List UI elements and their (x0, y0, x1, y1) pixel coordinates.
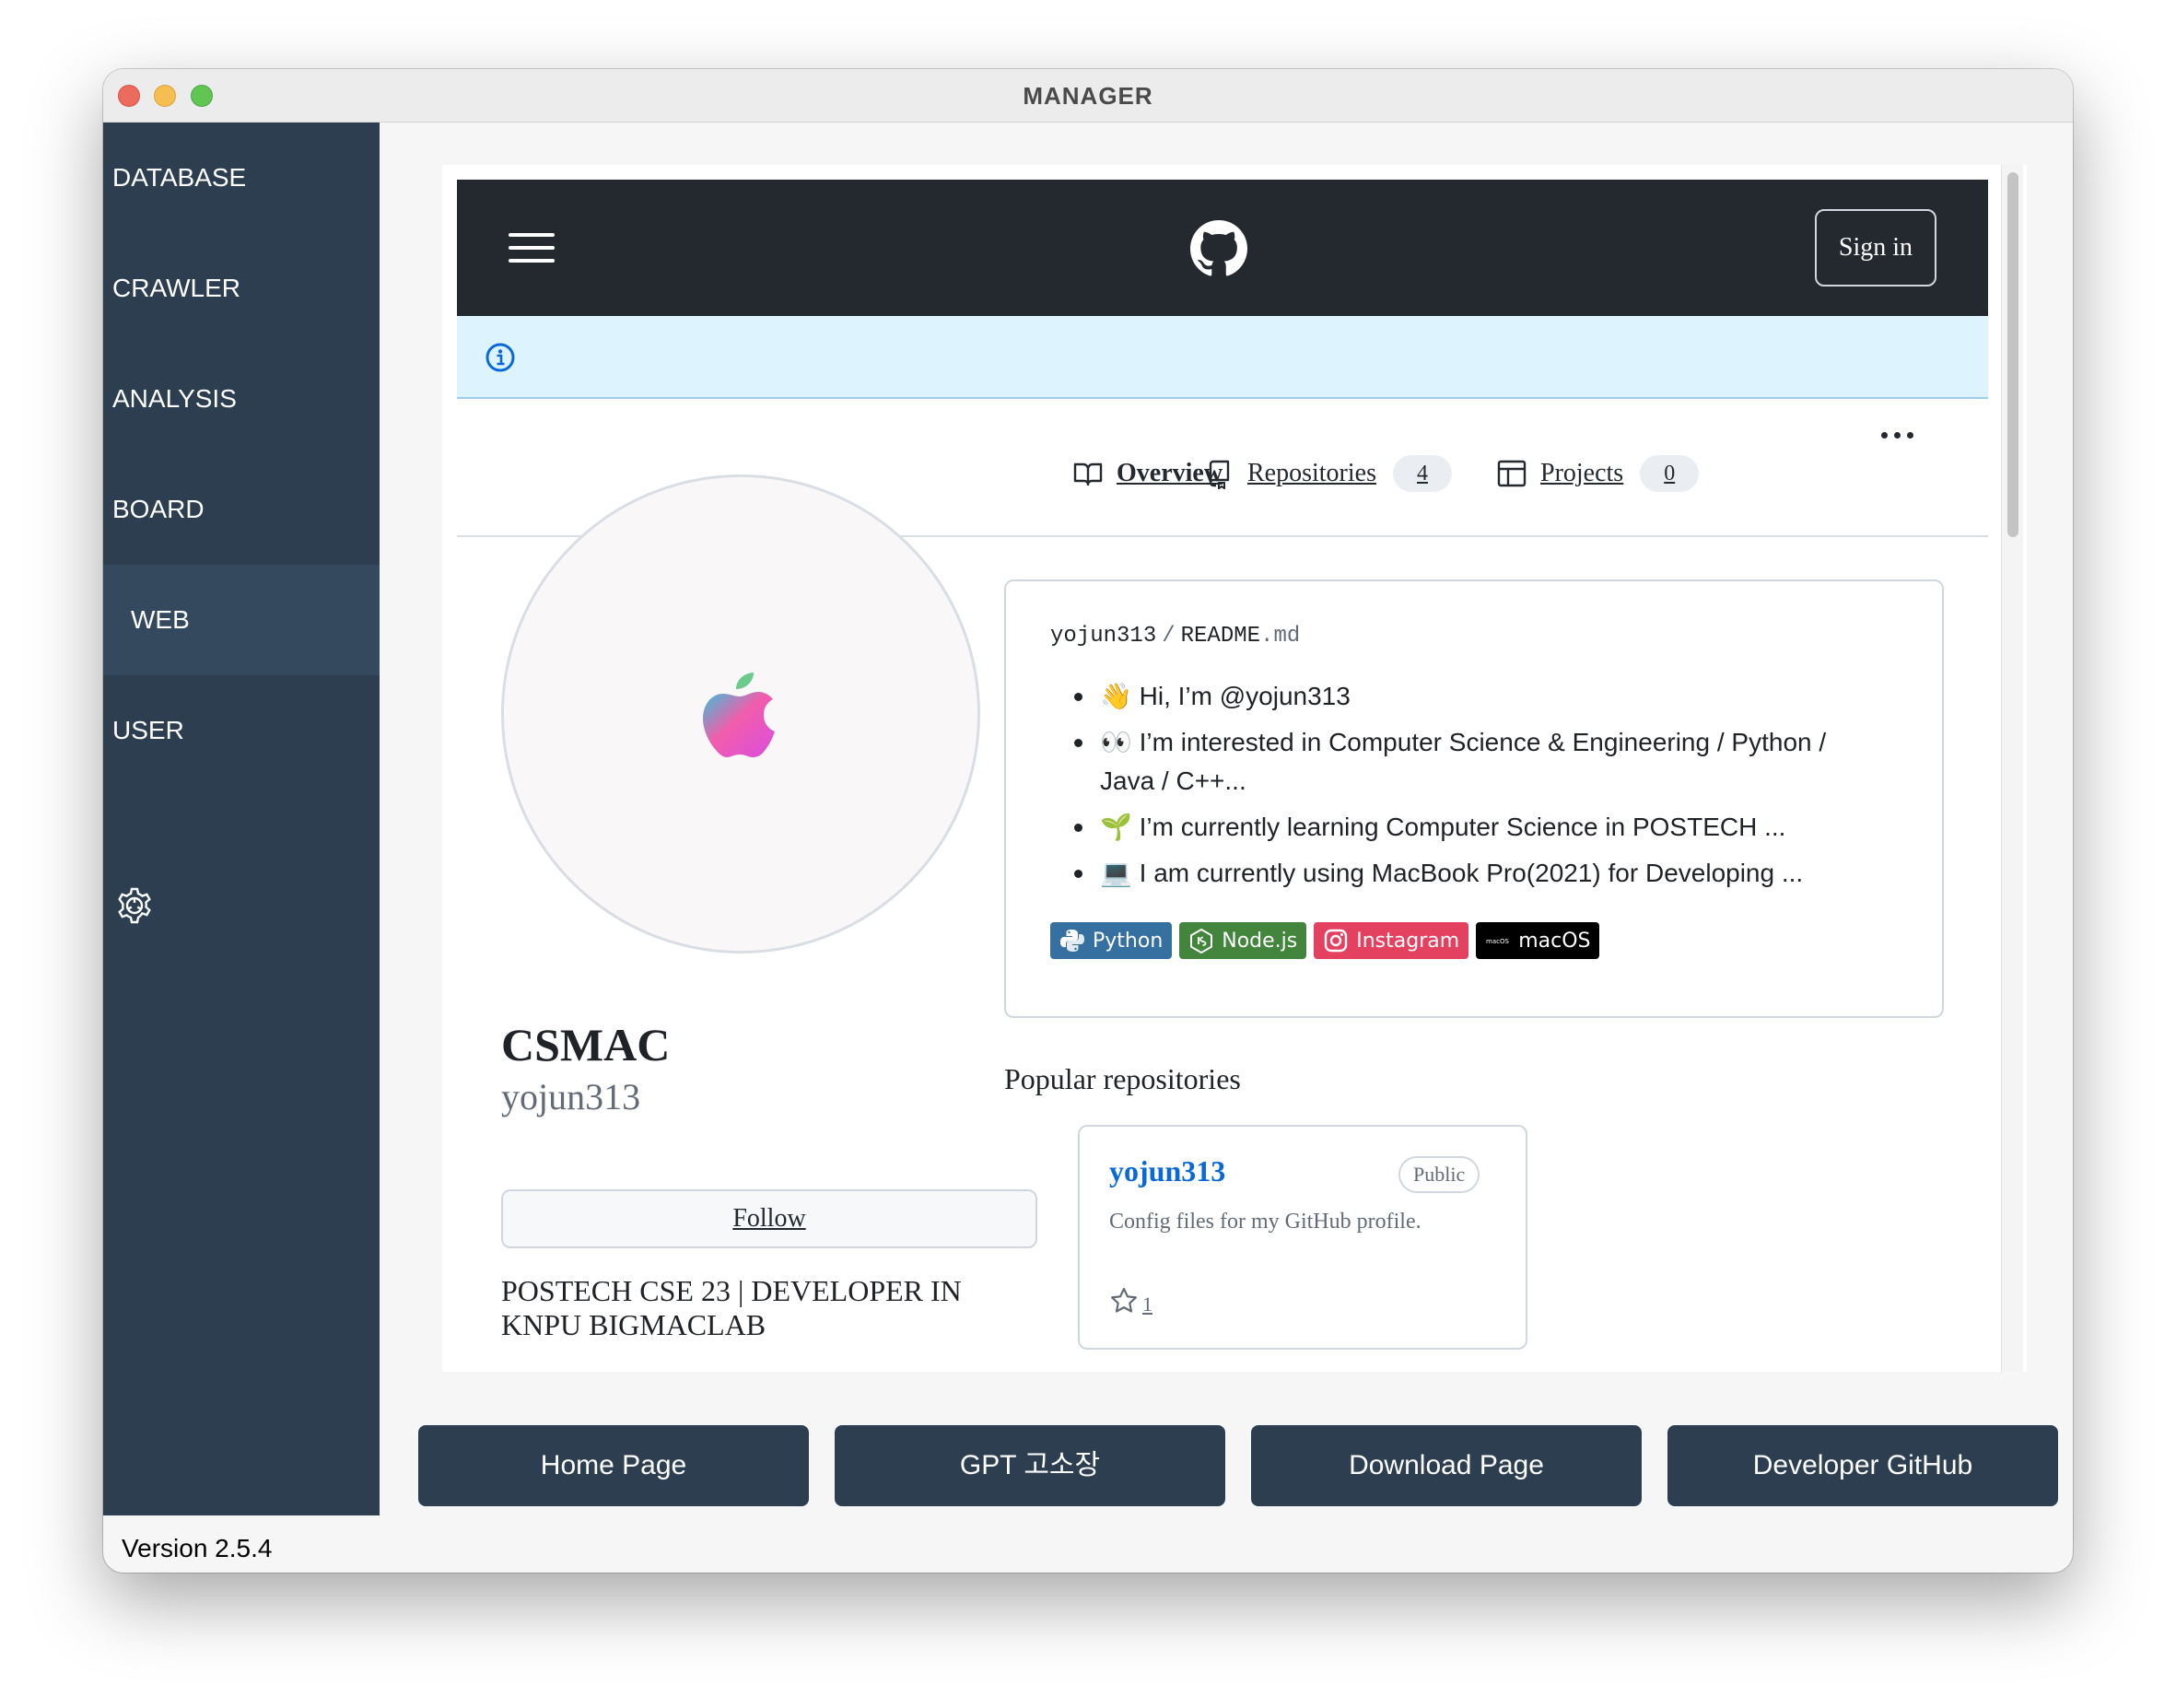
repo-icon (1209, 460, 1230, 489)
readme-path: yojun313/README.md (1050, 624, 1300, 649)
info-icon (486, 343, 515, 372)
window-title: MANAGER (1023, 82, 1153, 110)
home-page-button[interactable]: Home Page (418, 1425, 809, 1506)
badge-instagram[interactable]: Instagram (1314, 922, 1469, 959)
sidebar: DATABASE CRAWLER ANALYSIS BOARD WEB USER (103, 123, 380, 1515)
sidebar-item-analysis[interactable]: ANALYSIS (103, 344, 380, 454)
title-bar: MANAGER (103, 69, 2073, 123)
gear-icon[interactable] (112, 885, 157, 930)
badge-nodejs-label: Node.js (1222, 929, 1298, 953)
repo-card: yojun313 Public Config files for my GitH… (1078, 1125, 1527, 1350)
download-page-button[interactable]: Download Page (1251, 1425, 1642, 1506)
sidebar-item-crawler[interactable]: CRAWLER (103, 233, 380, 344)
tab-overview[interactable]: Overview (1072, 452, 1223, 495)
readme-card: yojun313/README.md 👋 Hi, I’m @yojun313 👀… (1004, 579, 1944, 1018)
python-icon (1060, 930, 1084, 952)
hamburger-icon[interactable] (509, 233, 555, 264)
kebab-horizontal-icon[interactable] (1881, 432, 1914, 439)
avatar[interactable] (501, 474, 980, 953)
svg-text:macOS: macOS (1486, 938, 1509, 945)
readme-path-separator: / (1162, 624, 1176, 649)
list-item: 👋 Hi, I’m @yojun313 (1050, 677, 1879, 716)
badge-row: Python Node.js Instagram macOS macOS (1050, 922, 1600, 959)
table-icon (1497, 460, 1527, 487)
profile-bio: POSTECH CSE 23 | DEVELOPER IN KNPU BIGMA… (501, 1274, 962, 1341)
sidebar-item-user[interactable]: USER (103, 675, 380, 786)
github-logo-icon[interactable] (1190, 220, 1247, 277)
repositories-count: 4 (1393, 455, 1452, 492)
tab-repositories[interactable]: Repositories 4 (1203, 452, 1452, 495)
book-icon (1073, 462, 1103, 486)
sidebar-item-database[interactable]: DATABASE (103, 123, 380, 233)
instagram-icon (1325, 929, 1348, 953)
badge-nodejs[interactable]: Node.js (1179, 922, 1307, 959)
popular-repositories-title: Popular repositories (1004, 1062, 1241, 1095)
repo-description: Config files for my GitHub profile. (1109, 1210, 1421, 1234)
repo-stars-count: 1 (1142, 1293, 1152, 1316)
badge-instagram-label: Instagram (1356, 929, 1460, 953)
profile-login: yojun313 (501, 1076, 641, 1117)
repo-name-link[interactable]: yojun313 (1109, 1154, 1225, 1188)
badge-macos[interactable]: macOS macOS (1476, 922, 1600, 959)
badge-python[interactable]: Python (1050, 922, 1173, 959)
readme-owner[interactable]: yojun313 (1050, 624, 1156, 649)
tab-projects-label: Projects (1540, 459, 1624, 487)
version-label: Version 2.5.4 (122, 1534, 273, 1562)
follow-button[interactable]: Follow (501, 1189, 1037, 1248)
apple-logo-icon (703, 673, 775, 757)
tab-repositories-label: Repositories (1247, 459, 1376, 487)
web-view-scrollbar[interactable] (2001, 165, 2023, 1372)
github-header: Sign in (457, 180, 1988, 316)
badge-macos-label: macOS (1518, 929, 1591, 953)
readme-file-base[interactable]: README (1181, 624, 1260, 649)
list-item: 🌱 I’m currently learning Computer Scienc… (1050, 808, 1879, 847)
projects-count: 0 (1640, 455, 1700, 492)
repo-stars-link[interactable]: 1 (1109, 1285, 1152, 1316)
badge-python-label: Python (1093, 929, 1164, 953)
list-item: 👀 I’m interested in Computer Science & E… (1050, 723, 1879, 801)
developer-github-button[interactable]: Developer GitHub (1667, 1425, 2058, 1506)
tab-projects[interactable]: Projects 0 (1496, 452, 1700, 495)
macos-icon: macOS (1486, 938, 1509, 945)
sidebar-item-board[interactable]: BOARD (103, 454, 380, 565)
list-item: 💻 I am currently using MacBook Pro(2021)… (1050, 854, 1879, 893)
embedded-web-view[interactable]: Sign in Overview Repositories 4 Projects… (442, 165, 2027, 1372)
app-window: MANAGER DATABASE CRAWLER ANALYSIS BOARD … (103, 69, 2073, 1573)
info-banner (457, 316, 1988, 399)
repo-visibility-badge: Public (1398, 1156, 1480, 1193)
readme-file-ext: .md (1260, 624, 1301, 649)
star-icon (1111, 1287, 1137, 1313)
sign-in-button[interactable]: Sign in (1815, 209, 1936, 287)
profile-name: CSMAC (501, 1019, 671, 1070)
readme-list: 👋 Hi, I’m @yojun313 👀 I’m interested in … (1050, 677, 1879, 900)
gpt-complaint-button[interactable]: GPT 고소장 (835, 1425, 1225, 1506)
nodejs-icon (1190, 928, 1213, 953)
scrollbar-thumb[interactable] (2007, 172, 2018, 537)
sidebar-item-web[interactable]: WEB (103, 565, 380, 675)
